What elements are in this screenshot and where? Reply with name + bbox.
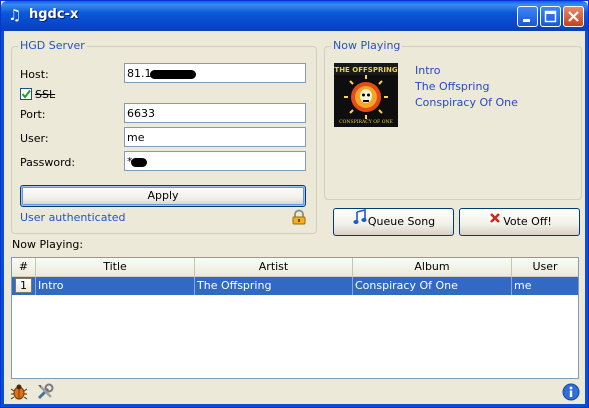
user-value: me xyxy=(127,131,145,144)
user-field[interactable]: me xyxy=(124,127,306,147)
row-number: 1 xyxy=(15,278,32,293)
cell-album: Conspiracy Of One xyxy=(353,277,512,295)
user-label: User: xyxy=(20,132,49,145)
column-header-user[interactable]: User xyxy=(512,258,578,276)
server-group-title: HGD Server xyxy=(18,39,87,52)
password-field[interactable]: * xyxy=(124,151,306,171)
album-art-band-text: THE OFFSPRING xyxy=(334,66,397,74)
now-playing-artist: The Offspring xyxy=(415,80,490,93)
now-playing-album: Conspiracy Of One xyxy=(415,96,518,109)
table-header: # Title Artist Album User xyxy=(12,258,578,277)
album-art-album-text: CONSPIRACY OF ONE xyxy=(339,119,393,125)
redacted-mark xyxy=(130,157,147,167)
ssl-label: SSL xyxy=(35,88,56,101)
queue-song-label: Queue Song xyxy=(367,215,436,228)
vote-off-label: Vote Off! xyxy=(503,215,552,228)
ssl-checkbox[interactable] xyxy=(20,88,32,100)
lock-icon xyxy=(291,209,307,225)
cell-artist: The Offspring xyxy=(195,277,353,295)
minimize-button[interactable] xyxy=(517,6,538,27)
window-title: hgdc-x xyxy=(29,7,79,22)
red-x-icon xyxy=(487,209,503,235)
column-header-album[interactable]: Album xyxy=(353,258,512,276)
playlist-label: Now Playing: xyxy=(12,238,84,251)
cell-user: me xyxy=(514,279,532,292)
apply-button-label: Apply xyxy=(147,189,179,202)
apply-button[interactable]: Apply xyxy=(20,185,306,207)
port-field[interactable]: 6633 xyxy=(124,103,306,123)
window-frame-right xyxy=(585,31,588,407)
info-icon[interactable] xyxy=(562,383,580,401)
host-field[interactable]: 81.1 xyxy=(124,63,306,83)
main-window: ♫ hgdc-x HGD Server Host: 81.1 SSL Port:… xyxy=(0,0,589,408)
playlist-table[interactable]: # Title Artist Album User 1 Intro The Of… xyxy=(11,257,579,379)
redacted-mark xyxy=(149,69,196,79)
tools-icon[interactable] xyxy=(36,383,54,401)
port-label: Port: xyxy=(20,108,46,121)
port-value: 6633 xyxy=(127,107,155,120)
album-art: THE OFFSPRING CONSPIRACY OF ONE xyxy=(334,63,398,127)
table-row[interactable]: 1 Intro The Offspring Conspiracy Of One … xyxy=(12,277,578,295)
music-note-icon xyxy=(352,208,368,235)
column-header-artist[interactable]: Artist xyxy=(195,258,353,276)
cell-title: Intro xyxy=(36,277,195,295)
music-note-icon: ♫ xyxy=(8,6,22,24)
host-value: 81.1 xyxy=(127,67,152,80)
password-label: Password: xyxy=(20,156,76,169)
album-art-image: THE OFFSPRING CONSPIRACY OF ONE xyxy=(334,63,398,127)
title-bar[interactable]: ♫ hgdc-x xyxy=(1,1,588,31)
host-label: Host: xyxy=(20,68,49,81)
close-button[interactable] xyxy=(563,6,584,27)
column-header-num[interactable]: # xyxy=(12,258,36,276)
column-header-title[interactable]: Title xyxy=(36,258,195,276)
now-playing-group-title: Now Playing xyxy=(331,39,403,52)
vote-off-button[interactable]: Vote Off! xyxy=(459,208,580,236)
queue-song-button[interactable]: Queue Song xyxy=(333,208,454,236)
cell-num: 1 xyxy=(12,277,36,295)
bug-icon[interactable] xyxy=(10,383,28,401)
status-text: User authenticated xyxy=(20,211,126,224)
window-frame-left xyxy=(1,31,4,407)
window-frame-bottom xyxy=(1,404,588,407)
now-playing-title: Intro xyxy=(415,64,441,77)
maximize-button[interactable] xyxy=(540,6,561,27)
